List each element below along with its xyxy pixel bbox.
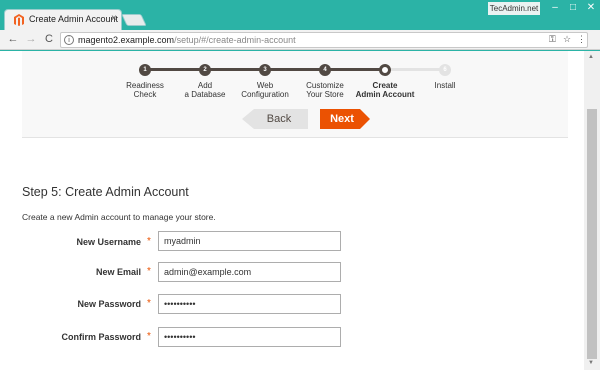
browser-toolbar: ← → C i magento2.example.com/setup/#/cre… <box>0 30 600 50</box>
username-label: New Username <box>76 237 141 247</box>
tab-title: Create Admin Account <box>29 14 119 24</box>
required-mark: * <box>147 331 151 342</box>
scroll-up-icon[interactable]: ▲ <box>588 54 594 60</box>
password-input[interactable] <box>158 294 341 314</box>
username-input[interactable] <box>158 231 341 251</box>
page-description: Create a new Admin account to manage you… <box>22 212 216 222</box>
page-content: 1 Readiness Check 2 Add a Database 3 Web… <box>0 51 584 370</box>
url-text: magento2.example.com/setup/#/create-admi… <box>78 35 296 45</box>
setup-progress-panel: 1 Readiness Check 2 Add a Database 3 Web… <box>22 51 568 138</box>
email-label: New Email <box>95 267 141 277</box>
minimize-icon[interactable]: – <box>548 2 562 14</box>
required-mark: * <box>147 236 151 247</box>
url-host: magento2.example.com <box>78 35 175 45</box>
confirm-password-input[interactable] <box>158 327 341 347</box>
url-path: /setup/#/create-admin-account <box>174 35 296 45</box>
step-label: Install <box>434 81 456 90</box>
step-marker: 6 <box>439 64 451 76</box>
back-button[interactable]: Back <box>242 109 308 129</box>
info-icon[interactable]: i <box>64 35 74 45</box>
reload-icon[interactable]: C <box>42 33 56 45</box>
email-input[interactable] <box>158 262 341 282</box>
brand-badge: TecAdmin.net <box>488 2 540 15</box>
menu-icon[interactable]: ⋮ <box>577 34 586 45</box>
vertical-scrollbar[interactable]: ▲ ▼ <box>584 51 600 370</box>
tab-close-icon[interactable]: × <box>111 13 117 24</box>
page-title: Step 5: Create Admin Account <box>22 185 189 199</box>
step-marker: 2 <box>199 64 211 76</box>
scroll-down-icon[interactable]: ▼ <box>588 360 594 366</box>
star-icon[interactable]: ☆ <box>563 34 571 45</box>
step-marker: 3 <box>259 64 271 76</box>
step-marker: 1 <box>139 64 151 76</box>
back-arrow-icon[interactable]: ← <box>6 33 20 45</box>
browser-titlebar: Create Admin Account × TecAdmin.net – □ … <box>0 0 600 30</box>
forward-arrow-icon[interactable]: → <box>24 33 38 45</box>
password-label: New Password <box>77 299 141 309</box>
restore-icon[interactable]: □ <box>566 2 580 14</box>
confirm-password-label: Confirm Password <box>61 332 141 342</box>
required-mark: * <box>147 298 151 309</box>
scroll-thumb[interactable] <box>587 109 597 359</box>
url-bar[interactable]: i magento2.example.com/setup/#/create-ad… <box>60 32 588 48</box>
browser-tab[interactable]: Create Admin Account × <box>4 9 122 30</box>
required-mark: * <box>147 266 151 277</box>
key-icon[interactable]: ⚿ <box>549 34 556 45</box>
step-marker-current <box>379 64 391 76</box>
magento-logo-icon <box>14 14 24 26</box>
close-icon[interactable]: ✕ <box>584 2 598 14</box>
progress-step-install: 6 Install <box>405 57 485 90</box>
new-tab-button[interactable] <box>121 14 147 26</box>
next-button[interactable]: Next <box>320 109 370 129</box>
step-marker: 4 <box>319 64 331 76</box>
